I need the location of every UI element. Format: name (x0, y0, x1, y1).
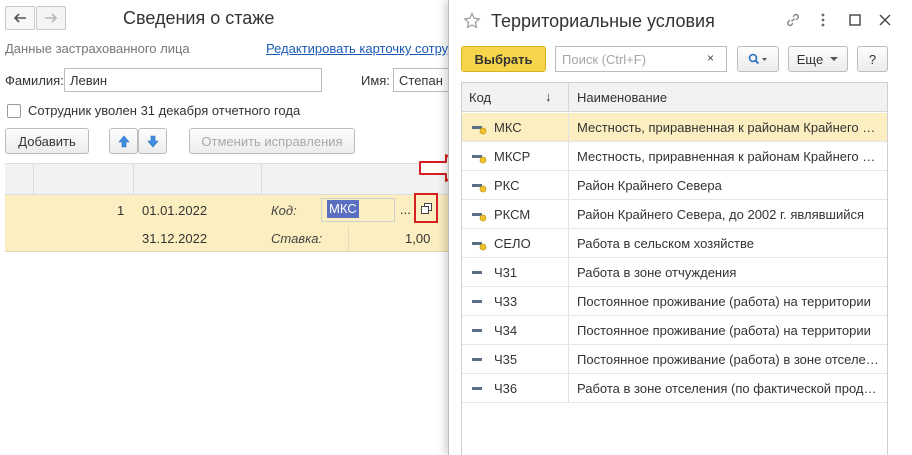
list-item[interactable]: МКСР Местность, приравненная к районам Кр… (462, 142, 887, 171)
catalog-element-icon (472, 358, 482, 361)
item-code: Ч31 (494, 265, 518, 280)
forward-button[interactable] (36, 6, 66, 30)
item-code: Ч33 (494, 294, 518, 309)
experience-grid-header (5, 163, 450, 195)
item-name: Район Крайнего Севера (577, 178, 722, 193)
catalog-element-icon (472, 155, 487, 164)
move-down-button[interactable] (138, 128, 167, 154)
date-to[interactable]: 31.12.2022 (142, 231, 207, 246)
help-button[interactable]: ? (857, 46, 888, 72)
arrow-down-icon (146, 135, 159, 147)
form-title: Сведения о стаже (123, 8, 275, 28)
column-header-name[interactable]: Наименование (577, 90, 667, 105)
close-icon[interactable] (879, 14, 891, 26)
catalog-element-icon (472, 329, 482, 332)
search-clear-button[interactable]: × (707, 51, 714, 65)
list-item[interactable]: РКС Район Крайнего Севера (462, 171, 887, 200)
name-label: Имя: (361, 73, 390, 88)
dialog-title: Территориальные условия (491, 11, 715, 31)
item-code: Ч35 (494, 352, 518, 367)
catalog-element-icon (472, 213, 487, 222)
item-name: Работа в сельском хозяйстве (577, 236, 754, 251)
item-code: Ч36 (494, 381, 518, 396)
add-button[interactable]: Добавить (5, 128, 89, 154)
conditions-list: Код ↓ Наименование МКС Местность, приравн… (461, 82, 888, 455)
item-name: Постоянное проживание (работа) в зоне от… (577, 352, 882, 367)
surname-field[interactable]: Левин (64, 68, 322, 92)
catalog-element-icon (472, 271, 482, 274)
surname-label: Фамилия: (5, 73, 64, 88)
item-code: СЕЛО (494, 236, 531, 251)
item-code: РКС (494, 178, 520, 193)
catalog-element-icon (472, 387, 482, 390)
star-icon[interactable] (463, 12, 481, 30)
search-input[interactable]: Поиск (Ctrl+F) (555, 46, 727, 72)
code-value: МКС (327, 200, 359, 218)
select-button[interactable]: Выбрать (461, 46, 546, 72)
list-item[interactable]: Ч36 Работа в зоне отселения (по фактическ… (462, 374, 887, 403)
list-item[interactable]: Ч34 Постоянное проживание (работа) на тер… (462, 316, 887, 345)
list-item[interactable]: Ч35 Постоянное проживание (работа) в зоне… (462, 345, 887, 374)
maximize-icon[interactable] (849, 14, 861, 26)
catalog-element-icon (472, 242, 487, 251)
list-item[interactable]: Ч33 Постоянное проживание (работа) на тер… (462, 287, 887, 316)
more-button-label: Еще (796, 51, 824, 67)
cancel-corrections-button[interactable]: Отменить исправления (189, 128, 355, 154)
section-label: Данные застрахованного лица (5, 41, 190, 56)
arrow-left-icon (13, 13, 26, 23)
table-row[interactable]: 31.12.2022 Ставка: 1,00 (5, 226, 450, 252)
arrow-right-icon (45, 13, 58, 23)
catalog-element-icon (472, 126, 487, 135)
item-name: Работа в зоне отчуждения (577, 265, 737, 280)
row-number: 1 (117, 203, 125, 218)
more-button[interactable]: Еще (788, 46, 848, 72)
more-vertical-icon[interactable] (819, 12, 827, 28)
rate-label: Ставка: (271, 231, 323, 246)
sort-indicator-icon: ↓ (545, 89, 552, 104)
item-name: Постоянное проживание (работа) на террит… (577, 323, 871, 338)
item-name: Местность, приравненная к районам Крайне… (577, 120, 882, 135)
list-item[interactable]: СЕЛО Работа в сельском хозяйстве (462, 229, 887, 258)
item-code: МКС (494, 120, 522, 135)
item-code: РКСМ (494, 207, 531, 222)
column-header-code[interactable]: Код (469, 90, 491, 105)
catalog-element-icon (472, 300, 482, 303)
code-label: Код: (271, 203, 297, 218)
date-from[interactable]: 01.01.2022 (142, 203, 207, 218)
link-icon[interactable] (785, 12, 801, 28)
item-name: Постоянное проживание (работа) на террит… (577, 294, 871, 309)
edit-card-link[interactable]: Редактировать карточку сотрудника (266, 41, 448, 56)
item-code: Ч34 (494, 323, 518, 338)
territorial-conditions-dialog: Территориальные условия Выбрать Поиск (C… (448, 0, 912, 455)
item-name: Район Крайнего Севера, до 2002 г. являвш… (577, 207, 865, 222)
list-header: Код ↓ Наименование (462, 83, 887, 112)
search-button[interactable] (737, 46, 779, 72)
open-button[interactable] (414, 193, 438, 223)
item-name: Местность, приравненная к районам Крайне… (577, 149, 882, 164)
catalog-element-icon (472, 184, 487, 193)
list-item[interactable]: Ч31 Работа в зоне отчуждения (462, 258, 887, 287)
back-button[interactable] (5, 6, 35, 30)
chevron-down-icon (830, 57, 839, 61)
search-icon (748, 53, 767, 65)
move-up-button[interactable] (109, 128, 138, 154)
item-name: Работа в зоне отселения (по фактической … (577, 381, 882, 396)
open-form-icon (420, 202, 432, 214)
dismissed-checkbox-label: Сотрудник уволен 31 декабря отчетного го… (28, 103, 301, 118)
list-item[interactable]: МКС Местность, приравненная к районам Кра… (462, 113, 887, 142)
rate-value[interactable]: 1,00 (405, 231, 430, 246)
name-field[interactable]: Степан (393, 68, 449, 92)
list-item[interactable]: РКСМ Район Крайнего Севера, до 2002 г. яв… (462, 200, 887, 229)
dismissed-checkbox[interactable] (7, 104, 21, 118)
item-code: МКСР (494, 149, 531, 164)
arrow-up-icon (117, 135, 130, 147)
select-dots-button[interactable]: ... (400, 202, 411, 217)
